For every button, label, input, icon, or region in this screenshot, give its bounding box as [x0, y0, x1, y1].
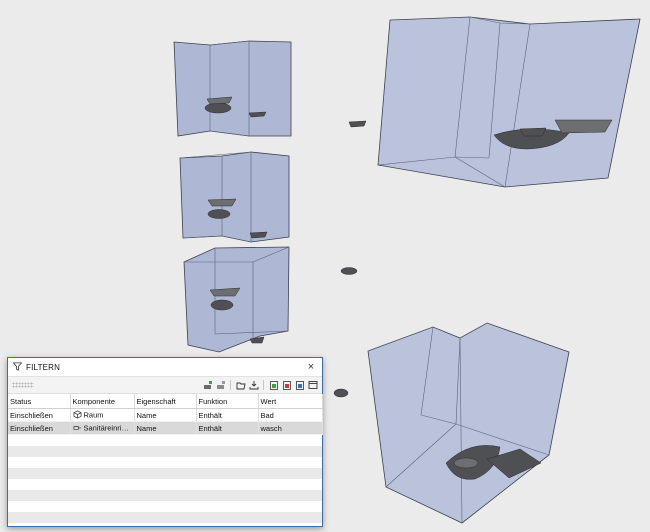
cell-value[interactable]: wasch: [258, 421, 323, 435]
cell-property[interactable]: Name: [134, 421, 197, 435]
empty-row: [8, 468, 322, 479]
cell-component-label: Raum: [83, 409, 104, 419]
filter-toolbar: [8, 377, 322, 394]
empty-row: [8, 490, 322, 501]
cell-status[interactable]: Einschließen: [8, 408, 71, 422]
cell-function[interactable]: Enthält: [196, 421, 259, 435]
toolbar-separator: [263, 380, 264, 390]
empty-row: [8, 479, 322, 490]
cell-function[interactable]: Enthält: [196, 408, 259, 422]
table-row[interactable]: Einschließen Raum Name Enthält Bad: [8, 408, 323, 422]
close-button[interactable]: ×: [305, 361, 317, 373]
cell-component[interactable]: Sanitäreinrichtu…: [70, 421, 135, 435]
close-icon: ×: [307, 361, 315, 373]
table-row[interactable]: Einschließen Sanitäreinrichtu… Name Enth…: [8, 421, 323, 435]
toolbar-grip[interactable]: [12, 382, 34, 388]
filter-titlebar[interactable]: FILTERN ×: [8, 358, 322, 377]
cell-property[interactable]: Name: [134, 408, 197, 422]
empty-row: [8, 435, 322, 447]
cell-component[interactable]: Raum: [70, 408, 135, 422]
room-box-1[interactable]: [173, 40, 292, 137]
toolbar-separator: [230, 380, 231, 390]
clipboard-red-icon[interactable]: [281, 380, 292, 391]
column-header-status[interactable]: Status: [8, 394, 71, 409]
column-header-component[interactable]: Komponente: [70, 394, 135, 409]
cell-component-label: Sanitäreinrichtu…: [83, 422, 134, 432]
room-box-large-top[interactable]: [377, 16, 641, 188]
cube-icon: [73, 409, 82, 421]
save-icon[interactable]: [248, 380, 259, 391]
column-header-value[interactable]: Wert: [258, 394, 323, 409]
filter-panel: FILTERN × Status Komponente Eigenschaft …: [7, 357, 323, 527]
column-header-property[interactable]: Eigenschaft: [134, 394, 197, 409]
room-box-3[interactable]: [183, 246, 290, 353]
cell-status[interactable]: Einschließen: [8, 421, 71, 435]
empty-row: [8, 512, 322, 523]
empty-row: [8, 457, 322, 468]
room-box-large-bottom[interactable]: [367, 322, 570, 524]
remove-filter-icon[interactable]: [215, 380, 226, 391]
column-header-function[interactable]: Funktion: [196, 394, 259, 409]
clipboard-blue-icon[interactable]: [294, 380, 305, 391]
floating-object-3[interactable]: [333, 388, 349, 398]
clipboard-green-icon[interactable]: [268, 380, 279, 391]
cell-value[interactable]: Bad: [258, 408, 323, 422]
empty-row: [8, 501, 322, 512]
floating-object-2[interactable]: [340, 267, 358, 275]
empty-row: [8, 446, 322, 457]
room-box-2[interactable]: [179, 151, 290, 243]
filter-funnel-icon: [12, 361, 23, 373]
filter-title: FILTERN: [26, 362, 61, 372]
table-header-row: Status Komponente Eigenschaft Funktion W…: [8, 394, 323, 409]
floating-object-1[interactable]: [348, 120, 367, 128]
filter-table: Status Komponente Eigenschaft Funktion W…: [8, 394, 323, 523]
window-icon[interactable]: [307, 380, 318, 391]
add-filter-icon[interactable]: [202, 380, 213, 391]
fixture-icon: [73, 423, 82, 434]
open-folder-icon[interactable]: [235, 380, 246, 391]
